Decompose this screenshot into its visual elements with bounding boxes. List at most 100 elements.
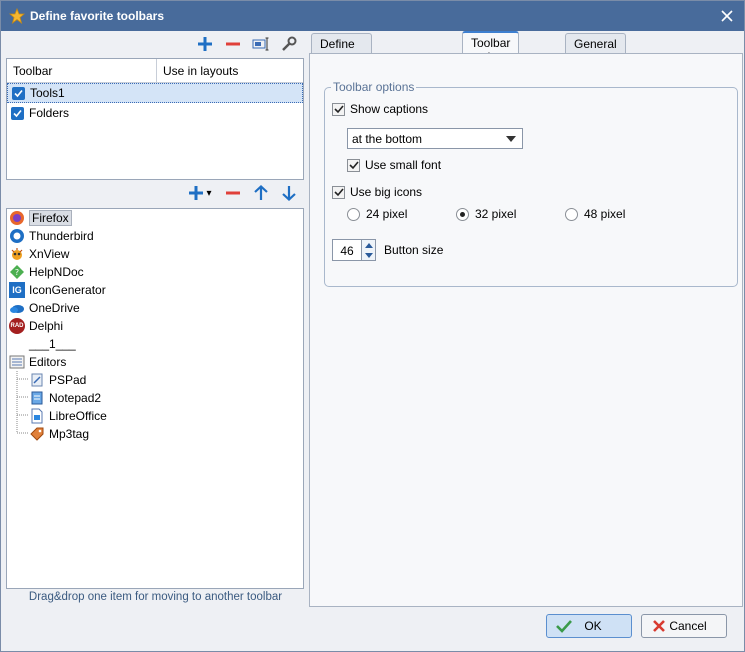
tree-item-separator[interactable]: ___1___ — [29, 335, 76, 353]
chevron-down-icon[interactable]: ▾ — [206, 188, 211, 199]
close-icon[interactable] — [718, 7, 736, 25]
toolbar-name: Tools1 — [30, 86, 65, 100]
helpndoc-icon: ? — [9, 264, 25, 280]
radio-label: 32 pixel — [475, 207, 517, 221]
checkbox-label: Show captions — [350, 102, 429, 116]
move-down-button[interactable] — [280, 184, 298, 202]
drag-drop-hint: Drag&drop one item for moving to another… — [28, 591, 283, 603]
checkbox-checked-icon[interactable] — [332, 185, 345, 199]
toolbars-grid: Toolbar Use in layouts Tools1 Folders — [6, 58, 304, 180]
checkbox-checked-icon[interactable] — [347, 158, 360, 172]
onedrive-icon — [9, 300, 25, 316]
tree-item-icongenerator[interactable]: IG IconGenerator — [9, 281, 106, 299]
dialog-window: Define favorite toolbars Toolbar Use in … — [0, 0, 745, 652]
tree-item-pspad[interactable]: PSPad — [29, 371, 86, 389]
item-label: Editors — [29, 355, 67, 369]
item-label: OneDrive — [29, 301, 80, 315]
tab-toolbar-options[interactable]: Toolbar options — [462, 31, 520, 64]
radio-48-pixel[interactable]: 48 pixel — [565, 207, 625, 221]
toolbar-actions — [196, 32, 298, 56]
toolbar-row-folders[interactable]: Folders — [7, 103, 303, 123]
item-label: Firefox — [29, 210, 72, 226]
notepad2-icon — [29, 390, 45, 406]
move-up-button[interactable] — [252, 184, 270, 202]
radio-label: 48 pixel — [584, 207, 626, 221]
add-toolbar-button[interactable] — [196, 35, 214, 53]
item-label: Thunderbird — [29, 229, 94, 243]
spin-up-icon[interactable] — [362, 240, 375, 250]
radio-selected-icon[interactable] — [456, 207, 469, 221]
toolbars-grid-header: Toolbar Use in layouts — [7, 59, 303, 83]
libreoffice-icon — [29, 408, 45, 424]
tree-item-mp3tag[interactable]: Mp3tag — [29, 425, 89, 443]
button-size-spinner: 46 Button size — [332, 239, 443, 261]
use-big-icons-checkbox[interactable]: Use big icons — [332, 185, 422, 199]
ok-label: OK — [584, 619, 602, 633]
item-label: LibreOffice — [49, 409, 107, 423]
dialog-footer: OK Cancel — [1, 609, 744, 651]
spin-down-icon[interactable] — [362, 250, 375, 260]
column-header-use-in-layouts[interactable]: Use in layouts — [157, 59, 244, 83]
checkmark-icon — [555, 617, 573, 635]
select-value: at the bottom — [352, 132, 423, 146]
tree-item-onedrive[interactable]: OneDrive — [9, 299, 80, 317]
title-bar: Define favorite toolbars — [1, 1, 744, 31]
tree-item-xnview[interactable]: XnView — [9, 245, 69, 263]
radio-24-pixel[interactable]: 24 pixel — [347, 207, 407, 221]
show-captions-checkbox[interactable]: Show captions — [332, 102, 428, 116]
item-label: XnView — [29, 247, 70, 261]
left-pane: Toolbar Use in layouts Tools1 Folders ▾ — [5, 31, 306, 609]
thunderbird-icon — [9, 228, 25, 244]
remove-toolbar-button[interactable] — [224, 35, 242, 53]
caption-position-select[interactable]: at the bottom — [347, 128, 523, 149]
add-item-button[interactable]: ▾ — [186, 184, 214, 202]
icongenerator-icon: IG — [9, 282, 25, 298]
radio-unselected-icon[interactable] — [565, 207, 578, 221]
tree-item-notepad2[interactable]: Notepad2 — [29, 389, 101, 407]
toolbar-items-tree: Firefox Thunderbird XnView ? HelpNDoc IG… — [6, 208, 304, 589]
tree-item-delphi[interactable]: RAD Delphi — [9, 317, 63, 335]
toolbar-options-panel: Toolbar options Show captions at the bot… — [309, 53, 743, 607]
checkbox-checked-icon[interactable] — [12, 86, 25, 100]
button-size-input[interactable]: 46 — [332, 239, 362, 261]
pspad-icon — [29, 372, 45, 388]
radio-32-pixel[interactable]: 32 pixel — [456, 207, 516, 221]
group-title: Toolbar options — [331, 80, 417, 94]
item-label: IconGenerator — [29, 283, 106, 297]
tree-connector-lines — [16, 371, 28, 434]
ok-button[interactable]: OK — [546, 614, 632, 638]
radio-label: 24 pixel — [366, 207, 408, 221]
tree-item-editors[interactable]: Editors — [9, 353, 66, 371]
item-label: HelpNDoc — [29, 265, 84, 279]
cancel-button[interactable]: Cancel — [641, 614, 727, 638]
item-label: ___1___ — [29, 337, 76, 351]
chevron-down-icon[interactable] — [506, 136, 516, 142]
tree-item-thunderbird[interactable]: Thunderbird — [9, 227, 94, 245]
item-label: Delphi — [29, 319, 64, 333]
item-label: PSPad — [49, 373, 87, 387]
toolbar-row-tools1[interactable]: Tools1 — [7, 83, 303, 103]
use-small-font-checkbox[interactable]: Use small font — [347, 158, 441, 172]
tab-define-favorite-toolbars[interactable]: Define favorite toolbars — [311, 33, 372, 79]
firefox-icon — [9, 210, 25, 226]
radio-unselected-icon[interactable] — [347, 207, 360, 221]
mp3tag-icon — [29, 426, 45, 442]
tree-item-libreoffice[interactable]: LibreOffice — [29, 407, 107, 425]
tree-item-helpndoc[interactable]: ? HelpNDoc — [9, 263, 84, 281]
cancel-x-icon — [650, 617, 668, 635]
item-label: Notepad2 — [49, 391, 102, 405]
star-icon — [9, 8, 25, 24]
rename-toolbar-button[interactable] — [252, 35, 270, 53]
column-header-toolbar[interactable]: Toolbar — [7, 59, 157, 83]
tree-item-firefox[interactable]: Firefox — [9, 209, 72, 227]
wrench-icon[interactable] — [280, 35, 298, 53]
checkbox-checked-icon[interactable] — [332, 102, 345, 116]
folder-tree-icon — [9, 354, 25, 370]
xnview-icon — [9, 246, 25, 262]
remove-item-button[interactable] — [224, 184, 242, 202]
spinner-buttons — [362, 239, 376, 261]
item-actions: ▾ — [186, 181, 298, 205]
button-size-label: Button size — [384, 243, 444, 257]
tab-general-options[interactable]: General options — [565, 33, 626, 65]
checkbox-checked-icon[interactable] — [11, 106, 24, 120]
